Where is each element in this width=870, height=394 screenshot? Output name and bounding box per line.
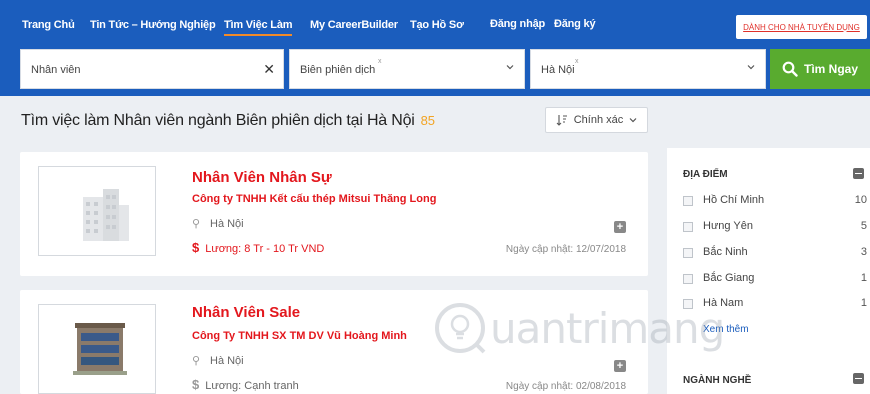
industry-value: Biên phiên dịch: [300, 64, 376, 76]
job-salary: $ Lương: 8 Tr - 10 Tr VND: [192, 240, 324, 255]
dollar-icon: $: [192, 240, 200, 255]
job-salary-text: Lương: 8 Tr - 10 Tr VND: [205, 243, 325, 255]
company-name[interactable]: Công Ty TNHH SX TM DV Vũ Hoàng Minh: [192, 330, 407, 342]
checkbox[interactable]: [683, 196, 693, 206]
location-value: Hà Nội: [541, 64, 575, 76]
keyword-value: Nhân viên: [31, 64, 81, 76]
job-location-text: Hà Nội: [210, 218, 244, 230]
results-heading: Tìm việc làm Nhân viên ngành Biên phiên …: [0, 96, 870, 148]
collapse-location-icon[interactable]: [853, 168, 864, 179]
page-title: Tìm việc làm Nhân viên ngành Biên phiên …: [21, 112, 435, 130]
location-filter-heading: ĐỊA ĐIỂM: [683, 169, 728, 180]
job-updated-date: Ngày cập nhật: 12/07/2018: [505, 244, 626, 255]
results-count: 85: [420, 113, 435, 128]
save-job-icon[interactable]: +: [614, 360, 626, 372]
nav-create-profile[interactable]: Tạo Hồ Sơ: [410, 19, 464, 31]
nav-login[interactable]: Đăng nhập: [490, 18, 545, 30]
chevron-down-icon: [747, 65, 755, 70]
job-location-text: Hà Nội: [210, 355, 244, 367]
keyword-input[interactable]: Nhân viên ✕: [20, 49, 284, 89]
job-title[interactable]: Nhân Viên Nhân Sự: [192, 169, 332, 186]
close-icon[interactable]: ✕: [263, 61, 275, 78]
job-salary: $ Lương: Cạnh tranh: [192, 377, 299, 392]
location-option-count: 3: [860, 246, 867, 258]
location-select[interactable]: Hà Nội x: [530, 49, 766, 89]
job-location: ⚲ Hà Nội: [192, 354, 244, 367]
company-logo[interactable]: [38, 304, 156, 394]
nav-register[interactable]: Đăng ký: [554, 18, 596, 30]
location-option-count: 1: [860, 272, 867, 284]
sort-dropdown[interactable]: Chính xác: [545, 107, 648, 133]
job-title[interactable]: Nhân Viên Sale: [192, 304, 300, 321]
location-filter-option[interactable]: Hưng Yên 5: [683, 220, 867, 234]
location-option-count: 5: [860, 220, 867, 232]
search-button[interactable]: Tìm Ngay: [770, 49, 870, 89]
job-updated-date: Ngày cập nhật: 02/08/2018: [505, 381, 626, 392]
industry-filter-heading: NGÀNH NGHỀ: [683, 375, 752, 386]
location-option-label: Bắc Giang: [703, 272, 755, 284]
job-location: ⚲ Hà Nội: [192, 217, 244, 230]
location-chip-remove[interactable]: x: [575, 58, 579, 65]
search-icon: [782, 61, 798, 77]
employer-link[interactable]: DÀNH CHO NHÀ TUYỂN DỤNG: [736, 15, 867, 39]
company-building-image: [73, 323, 127, 375]
chevron-down-icon: [629, 118, 637, 123]
location-filter-option[interactable]: Hồ Chí Minh 10: [683, 194, 867, 208]
location-option-label: Hưng Yên: [703, 220, 753, 232]
location-option-count: 1: [860, 297, 867, 309]
nav-find-jobs[interactable]: Tìm Việc Làm: [224, 19, 293, 36]
checkbox[interactable]: [683, 222, 693, 232]
collapse-industry-icon[interactable]: [853, 373, 864, 384]
location-pin-icon: ⚲: [192, 355, 201, 367]
search-button-label: Tìm Ngay: [803, 62, 858, 76]
top-navigation: Trang Chủ Tin Tức – Hướng Nghiệp Tìm Việ…: [0, 0, 870, 44]
industry-chip-remove[interactable]: x: [378, 58, 382, 65]
job-salary-text: Lương: Cạnh tranh: [205, 380, 299, 392]
search-bar: Nhân viên ✕ Biên phiên dịch x Hà Nội x T…: [0, 44, 870, 96]
sort-label: Chính xác: [573, 114, 624, 126]
watermark: uantrimang: [432, 300, 772, 360]
nav-my-careerbuilder[interactable]: My CareerBuilder: [310, 19, 398, 31]
watermark-text: uantrimang: [490, 304, 725, 353]
checkbox[interactable]: [683, 274, 693, 284]
location-option-label: Bắc Ninh: [703, 246, 748, 258]
company-logo-placeholder[interactable]: [38, 166, 156, 256]
location-pin-icon: ⚲: [192, 218, 201, 230]
location-filter-option[interactable]: Bắc Giang 1: [683, 272, 867, 286]
dollar-icon: $: [192, 377, 200, 392]
sort-icon: [556, 115, 567, 126]
watermark-logo-icon: [435, 303, 486, 354]
job-card[interactable]: Nhân Viên Nhân Sự Công ty TNHH Kết cấu t…: [20, 152, 648, 276]
nav-home[interactable]: Trang Chủ: [22, 19, 75, 31]
building-placeholder-icon: [83, 189, 129, 241]
results-title: Tìm việc làm Nhân viên ngành Biên phiên …: [21, 112, 415, 129]
nav-news[interactable]: Tin Tức – Hướng Nghiệp: [90, 19, 216, 31]
location-option-count: 10: [854, 194, 867, 206]
save-job-icon[interactable]: +: [614, 221, 626, 233]
location-option-label: Hồ Chí Minh: [703, 194, 765, 206]
company-name[interactable]: Công ty TNHH Kết cấu thép Mitsui Thăng L…: [192, 193, 436, 205]
chevron-down-icon: [506, 65, 514, 70]
checkbox[interactable]: [683, 248, 693, 258]
location-filter-option[interactable]: Bắc Ninh 3: [683, 246, 867, 260]
industry-select[interactable]: Biên phiên dịch x: [289, 49, 525, 89]
